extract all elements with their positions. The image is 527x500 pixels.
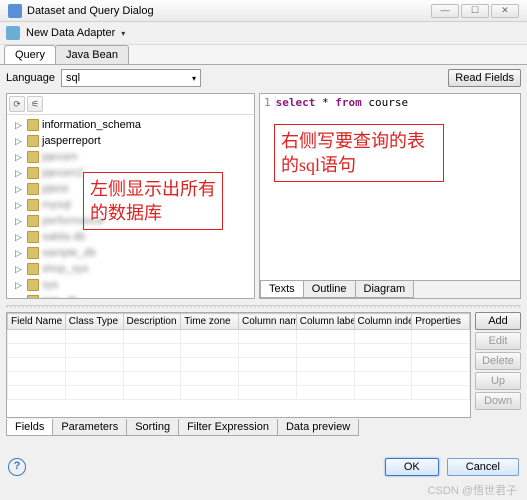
database-icon xyxy=(27,279,39,291)
tree-item[interactable]: ▷jqexam2 xyxy=(11,165,250,181)
side-buttons: Add Edit Delete Up Down xyxy=(475,312,521,418)
tree-item[interactable]: ▷sakila db xyxy=(11,229,250,245)
col-column-name[interactable]: Column name xyxy=(239,314,297,330)
help-icon[interactable]: ? xyxy=(8,458,26,476)
expand-icon[interactable]: ▷ xyxy=(15,117,24,133)
table-row[interactable] xyxy=(8,386,470,400)
tree-item[interactable]: ▷ jasperreport xyxy=(11,133,250,149)
close-button[interactable]: ✕ xyxy=(491,4,519,18)
tree-item[interactable]: ▷mysql xyxy=(11,197,250,213)
chevron-down-icon: ▾ xyxy=(192,74,196,83)
tab-sorting[interactable]: Sorting xyxy=(126,419,179,436)
table-row[interactable] xyxy=(8,372,470,386)
tree-item[interactable]: ▷jqtest xyxy=(11,181,250,197)
tree-item[interactable]: ▷performance xyxy=(11,213,250,229)
top-tabs: Query Java Bean xyxy=(0,45,527,65)
expand-icon[interactable]: ▷ xyxy=(15,133,24,149)
ok-button[interactable]: OK xyxy=(385,458,439,476)
datasource-icon xyxy=(6,26,20,40)
tree-label: information_schema xyxy=(42,117,141,133)
annotation-right: 右侧写要查询的表的sql语句 xyxy=(274,124,444,182)
col-properties[interactable]: Properties xyxy=(412,314,470,330)
bottom-tabs: Fields Parameters Sorting Filter Express… xyxy=(0,419,527,436)
col-column-label[interactable]: Column label xyxy=(296,314,354,330)
split-container: ⟳ ⚟ ▷ information_schema ▷ jasperreport … xyxy=(0,91,527,301)
tree-item[interactable]: ▷sample_db xyxy=(11,245,250,261)
database-icon xyxy=(27,247,39,259)
tab-filter-expression[interactable]: Filter Expression xyxy=(178,419,278,436)
col-column-index[interactable]: Column index xyxy=(354,314,412,330)
col-class-type[interactable]: Class Type xyxy=(65,314,123,330)
tree-item[interactable]: ▷test_db xyxy=(11,293,250,299)
tree-item[interactable]: ▷shop_sys xyxy=(11,261,250,277)
filter-icon[interactable]: ⚟ xyxy=(27,96,43,112)
tree-item[interactable]: ▷sys xyxy=(11,277,250,293)
col-description[interactable]: Description xyxy=(123,314,181,330)
tab-fields[interactable]: Fields xyxy=(6,419,53,436)
divider xyxy=(6,305,521,308)
database-icon xyxy=(27,151,39,163)
app-icon xyxy=(8,4,22,18)
sub-tab-outline[interactable]: Outline xyxy=(303,281,356,298)
tree-item[interactable]: ▷jqexam xyxy=(11,149,250,165)
tab-parameters[interactable]: Parameters xyxy=(52,419,127,436)
line-number: 1 xyxy=(264,96,276,109)
up-button[interactable]: Up xyxy=(475,372,521,390)
down-button[interactable]: Down xyxy=(475,392,521,410)
col-time-zone[interactable]: Time zone xyxy=(181,314,239,330)
table-row[interactable] xyxy=(8,344,470,358)
sub-tab-diagram[interactable]: Diagram xyxy=(355,281,415,298)
new-adapter-label[interactable]: New Data Adapter xyxy=(26,27,115,39)
edit-button[interactable]: Edit xyxy=(475,332,521,350)
tree-label: jasperreport xyxy=(42,133,101,149)
database-icon xyxy=(27,135,39,147)
database-icon xyxy=(27,183,39,195)
table-row[interactable] xyxy=(8,330,470,344)
minimize-button[interactable]: — xyxy=(431,4,459,18)
sql-editor-pane: 1 select * from course 右侧写要查询的表的sql语句 Te… xyxy=(259,93,521,299)
database-icon xyxy=(27,231,39,243)
database-icon xyxy=(27,215,39,227)
schema-tree-pane: ⟳ ⚟ ▷ information_schema ▷ jasperreport … xyxy=(6,93,255,299)
language-label: Language xyxy=(6,72,55,84)
delete-button[interactable]: Delete xyxy=(475,352,521,370)
database-icon xyxy=(27,263,39,275)
window-titlebar: Dataset and Query Dialog — ☐ ✕ xyxy=(0,0,527,22)
database-icon xyxy=(27,167,39,179)
tab-query[interactable]: Query xyxy=(4,45,56,64)
table-row[interactable] xyxy=(8,358,470,372)
database-icon xyxy=(27,295,39,299)
toolbar: New Data Adapter ▾ xyxy=(0,22,527,45)
maximize-button[interactable]: ☐ xyxy=(461,4,489,18)
tab-java-bean[interactable]: Java Bean xyxy=(55,45,129,64)
col-field-name[interactable]: Field Name xyxy=(8,314,66,330)
database-icon xyxy=(27,199,39,211)
refresh-icon[interactable]: ⟳ xyxy=(9,96,25,112)
schema-tree[interactable]: ▷ information_schema ▷ jasperreport ▷jqe… xyxy=(7,115,254,299)
language-value: sql xyxy=(66,72,80,84)
database-icon xyxy=(27,119,39,131)
dialog-footer: ? OK Cancel xyxy=(0,452,527,482)
chevron-down-icon[interactable]: ▾ xyxy=(121,29,125,38)
sql-editor[interactable]: 1 select * from course xyxy=(260,94,520,111)
language-combo[interactable]: sql ▾ xyxy=(61,69,201,87)
cancel-button[interactable]: Cancel xyxy=(447,458,519,476)
tab-data-preview[interactable]: Data preview xyxy=(277,419,359,436)
window-title: Dataset and Query Dialog xyxy=(27,5,154,17)
watermark: CSDN @悟世君子 xyxy=(428,482,517,498)
sql-sub-tabs: Texts Outline Diagram xyxy=(260,280,520,298)
tree-toolbar: ⟳ ⚟ xyxy=(7,94,254,115)
read-fields-button[interactable]: Read Fields xyxy=(448,69,521,87)
add-button[interactable]: Add xyxy=(475,312,521,330)
language-row: Language sql ▾ Read Fields xyxy=(0,65,527,91)
fields-section: Field Name Class Type Description Time z… xyxy=(0,310,527,420)
tree-item[interactable]: ▷ information_schema xyxy=(11,117,250,133)
sql-text[interactable]: select * from course xyxy=(276,96,408,109)
fields-grid[interactable]: Field Name Class Type Description Time z… xyxy=(6,312,471,418)
sub-tab-texts[interactable]: Texts xyxy=(260,281,304,298)
